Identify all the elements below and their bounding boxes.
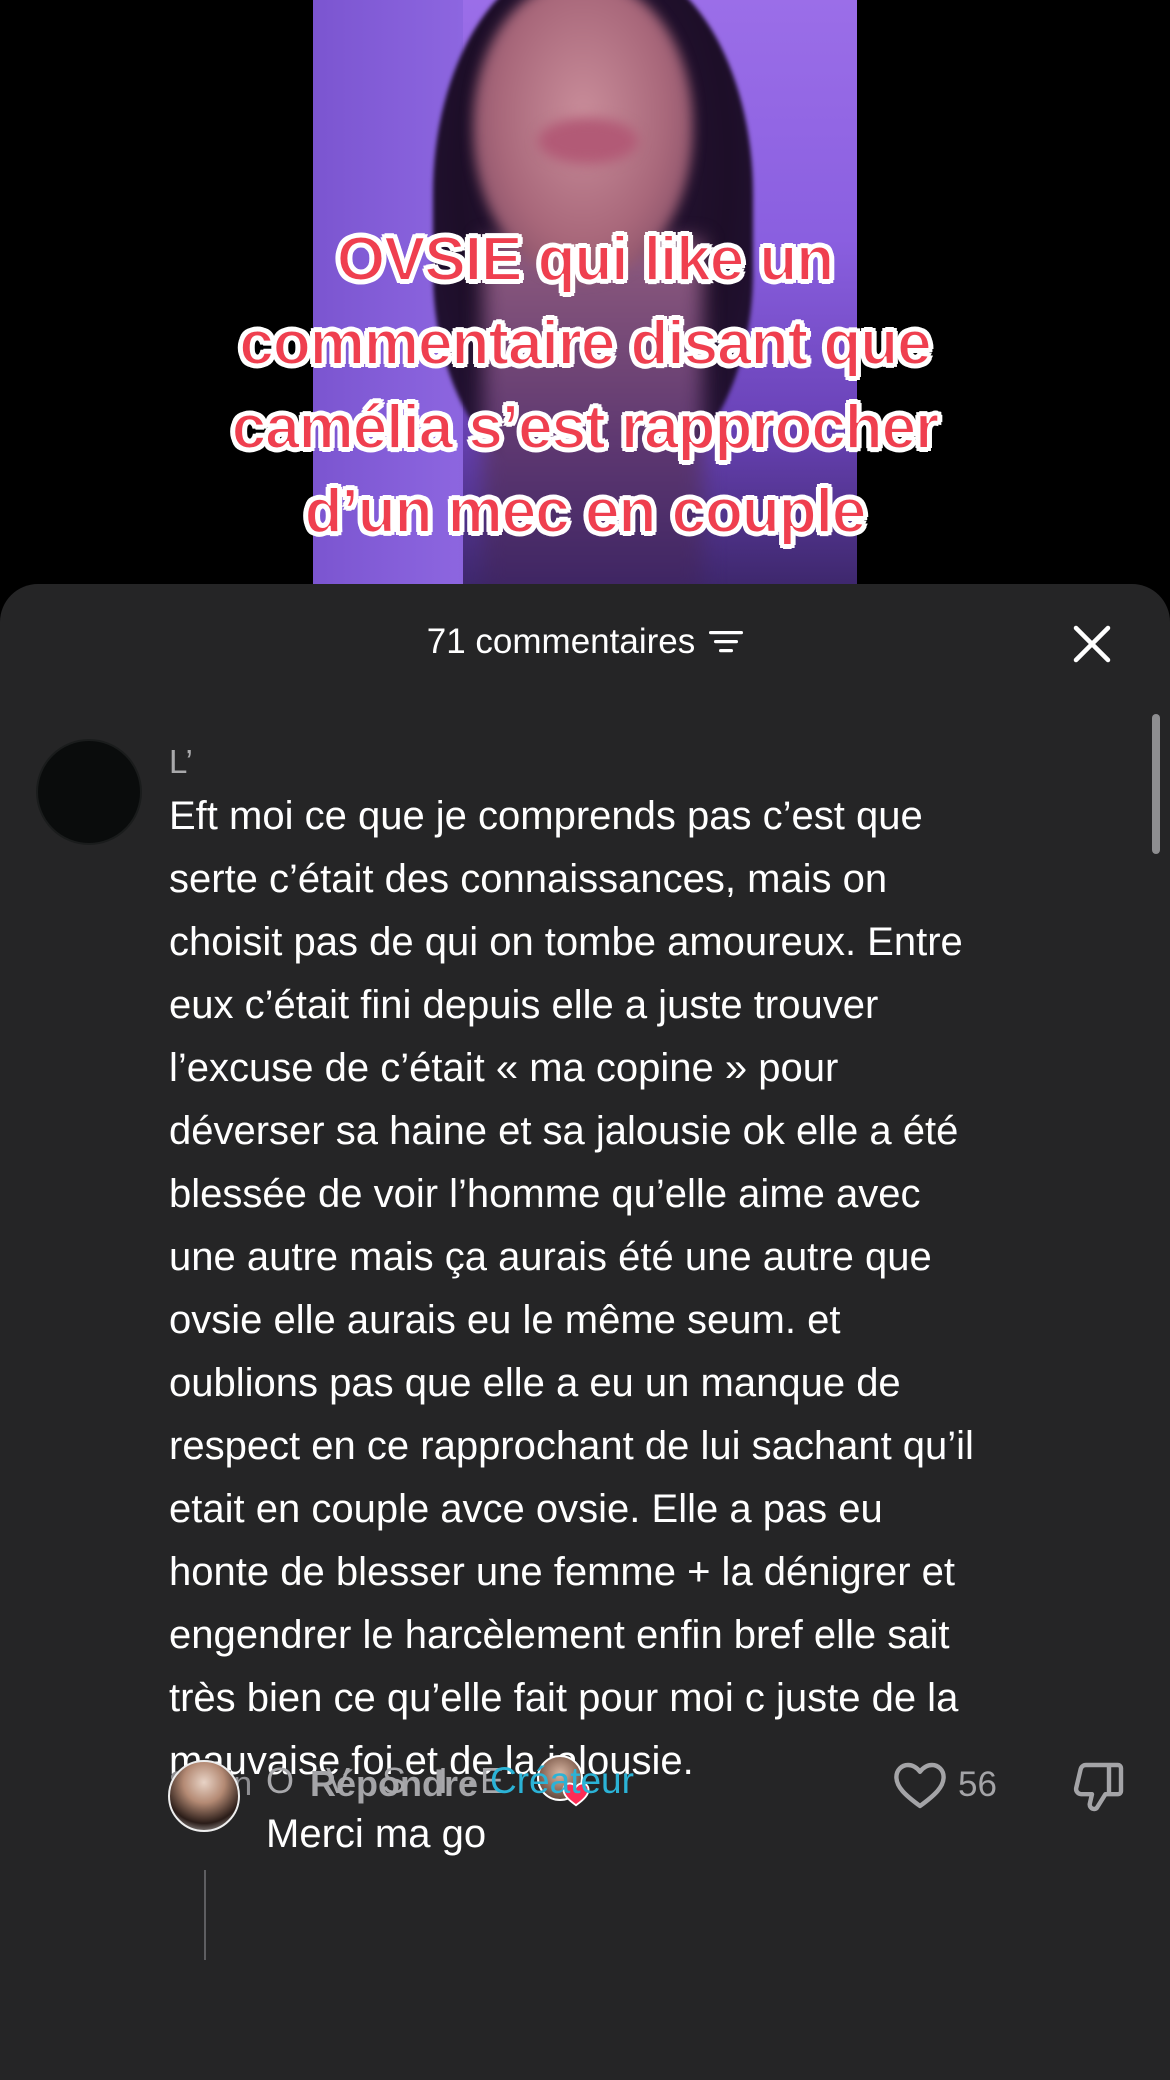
sort-lines-icon[interactable] bbox=[709, 629, 744, 655]
thumbs-down-icon bbox=[1073, 1762, 1124, 1812]
caption-line: commentaire disant que bbox=[238, 308, 932, 379]
close-x-icon bbox=[1073, 625, 1111, 663]
comment-line: très bien ce qu’elle fait pour moi c jus… bbox=[169, 1676, 959, 1720]
comments-sheet: 71 commentaires L’ Eft moi ce que je com… bbox=[0, 584, 1170, 2080]
comment-line: déverser sa haine et sa jalousie ok elle… bbox=[169, 1109, 959, 1153]
comment-username[interactable]: L’ bbox=[169, 743, 193, 781]
comments-header[interactable]: 71 commentaires bbox=[0, 622, 1170, 662]
creator-badge: Créateur bbox=[490, 1760, 634, 1801]
page: OVSIE qui like un commentaire disant que… bbox=[0, 0, 1170, 2080]
video-caption: OVSIE qui like un commentaire disant que… bbox=[140, 218, 1030, 554]
separator-dot: · bbox=[465, 1760, 477, 1801]
comment-text: Eft moi ce que je comprends pas c’est qu… bbox=[169, 785, 1144, 1793]
comment-line: honte de blesser une femme + la dénigrer… bbox=[169, 1550, 956, 1594]
close-button[interactable] bbox=[1068, 620, 1116, 668]
comment-line: blessée de voir l’homme qu’elle aime ave… bbox=[169, 1172, 921, 1216]
caption-line: camélia s’est rapprocher bbox=[231, 392, 941, 463]
dislike-button[interactable] bbox=[1069, 1759, 1127, 1815]
avatar[interactable] bbox=[36, 739, 142, 845]
avatar[interactable] bbox=[168, 1760, 240, 1832]
video-player[interactable]: OVSIE qui like un commentaire disant que… bbox=[0, 0, 1170, 600]
thread-line bbox=[204, 1870, 206, 1960]
comment-line: l’excuse de c’était « ma copine » pour bbox=[169, 1046, 839, 1090]
caption-line: d’un mec en couple bbox=[304, 476, 868, 547]
comment-line: eux c’était fini depuis elle a juste tro… bbox=[169, 983, 879, 1027]
reply-text: Merci ma go bbox=[266, 1812, 487, 1856]
comment-line: engendrer le harcèlement enfin bref elle… bbox=[169, 1613, 950, 1657]
like-count: 56 bbox=[958, 1765, 997, 1804]
comment-line: oublions pas que elle a eu un manque de bbox=[169, 1361, 901, 1405]
comment-line: serte c’était des connaissances, mais on bbox=[169, 857, 888, 901]
video-lips bbox=[538, 118, 638, 164]
heart-outline-icon bbox=[894, 1762, 946, 1809]
comment-line: choisit pas de qui on tombe amoureux. En… bbox=[169, 920, 963, 964]
caption-line: OVSIE qui like un bbox=[336, 224, 835, 295]
scrollbar[interactable] bbox=[1152, 714, 1160, 854]
comment-line: ovsie elle aurais eu le même seum. et bbox=[169, 1298, 841, 1342]
comment-line: etait en couple avce ovsie. Elle a pas e… bbox=[169, 1487, 883, 1531]
comment-line: respect en ce rapprochant de lui sachant… bbox=[169, 1424, 974, 1468]
comment-line: une autre mais ça aurais été une autre q… bbox=[169, 1235, 932, 1279]
comments-count: 71 commentaires bbox=[426, 622, 696, 661]
like-button[interactable] bbox=[892, 1759, 948, 1811]
reply-username[interactable]: O V S I E bbox=[266, 1760, 515, 1802]
comment-line: Eft moi ce que je comprends pas c’est qu… bbox=[169, 794, 923, 838]
